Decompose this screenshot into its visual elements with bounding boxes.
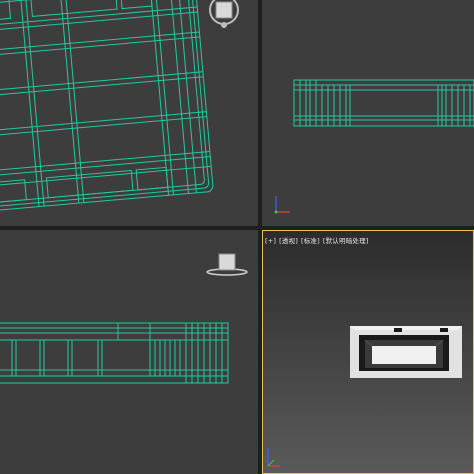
viewport-perspective[interactable]: [+] [透视] [标准] [默认明暗处理] <box>262 230 474 474</box>
axis-tripod-icon <box>274 196 290 214</box>
viewport-front[interactable] <box>262 0 474 226</box>
axis-tripod-icon <box>267 448 280 467</box>
viewport-top[interactable] <box>0 0 258 226</box>
viewport-left[interactable] <box>0 230 258 474</box>
shaded-model <box>350 326 462 378</box>
viewport-grid: [+] [透视] [标准] [默认明暗处理] <box>0 0 474 474</box>
wireframe-top <box>0 0 214 212</box>
